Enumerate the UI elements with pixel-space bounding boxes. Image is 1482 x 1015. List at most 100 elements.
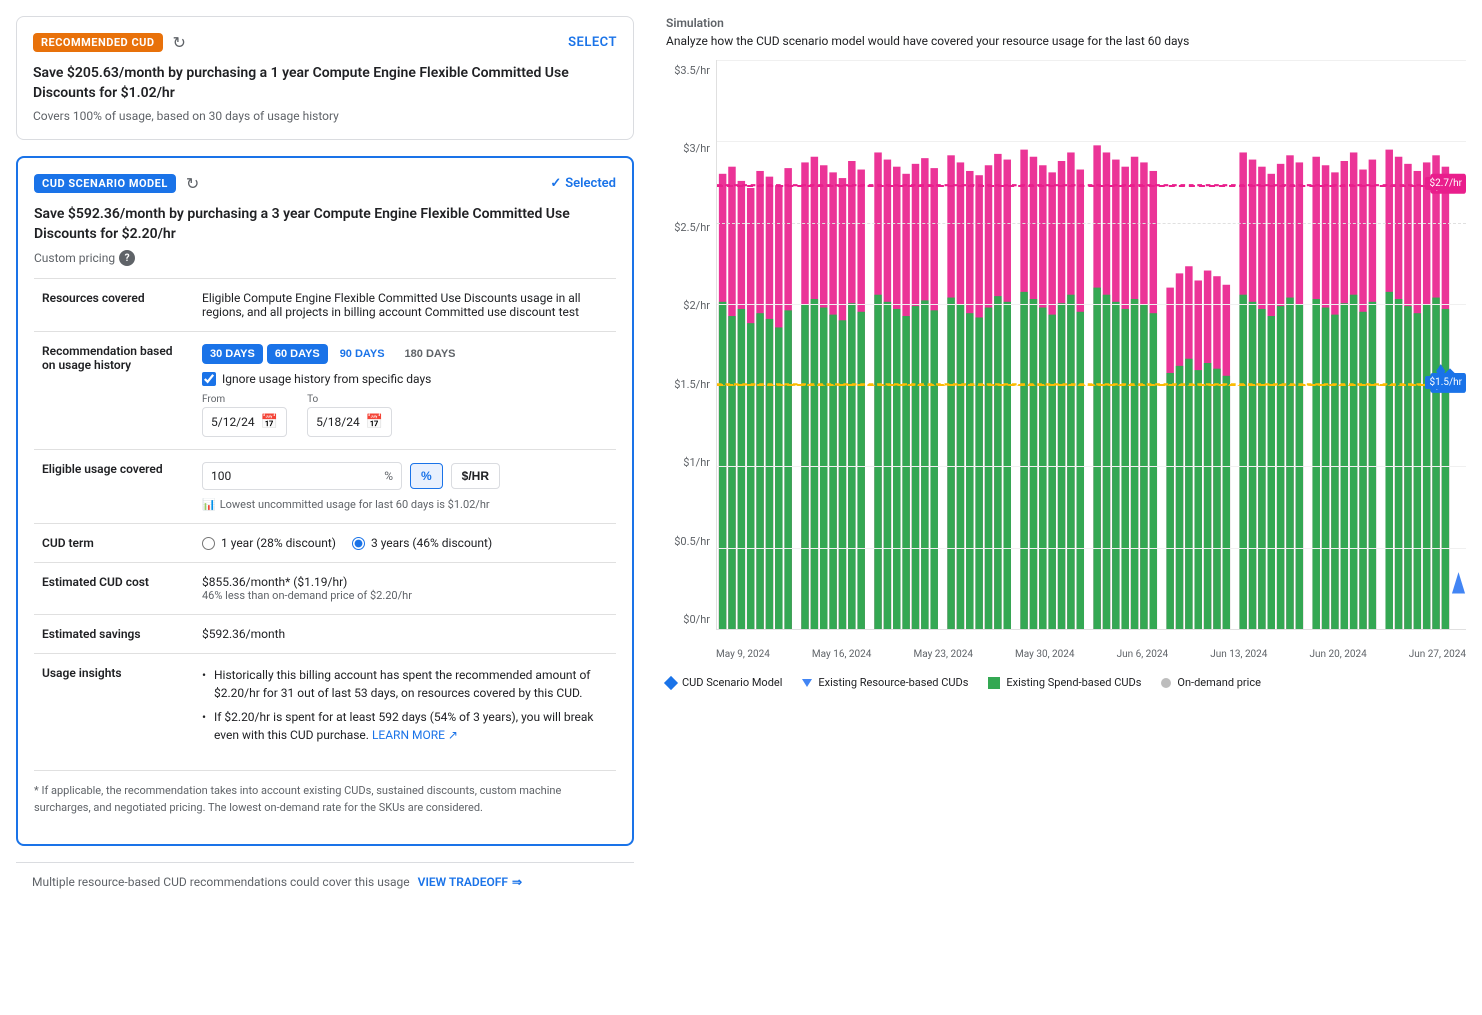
insights-list: Historically this billing account has sp… bbox=[202, 666, 608, 744]
day-btn-180[interactable]: 180 DAYS bbox=[397, 344, 464, 364]
usage-insights-row: Usage insights Historically this billing… bbox=[34, 654, 616, 763]
annotation-line-top: $2.7/hr bbox=[717, 185, 1466, 187]
custom-pricing-row: Custom pricing ? bbox=[34, 250, 616, 266]
x-axis: May 9, 2024 May 16, 2024 May 23, 2024 Ma… bbox=[716, 649, 1466, 660]
coverage-value: 100 bbox=[211, 469, 231, 483]
to-calendar-icon[interactable]: 📅 bbox=[366, 414, 383, 430]
view-tradeoff-link[interactable]: VIEW TRADEOFF ⇒ bbox=[418, 875, 522, 889]
recommended-title: Save $205.63/month by purchasing a 1 yea… bbox=[33, 64, 617, 103]
recommended-subtitle: Covers 100% of usage, based on 30 days o… bbox=[33, 109, 617, 123]
term-1yr-option[interactable]: 1 year (28% discount) bbox=[202, 536, 336, 550]
legend-triangle-icon bbox=[802, 679, 812, 687]
grid-line-1 bbox=[717, 141, 1466, 142]
estimated-cost-label: Estimated CUD cost bbox=[34, 563, 194, 615]
insight-2: If $2.20/hr is spent for at least 592 da… bbox=[202, 708, 608, 744]
x-label-2: May 16, 2024 bbox=[812, 649, 871, 660]
y-label-2-5: $2.5/hr bbox=[666, 221, 716, 234]
recommendation-controls: 30 DAYS 60 DAYS 90 DAYS 180 DAYS Ignore … bbox=[194, 332, 616, 450]
unit-pct-symbol: % bbox=[384, 469, 393, 483]
scenario-badge: CUD SCENARIO MODEL bbox=[34, 174, 176, 193]
from-date-input[interactable]: 5/12/24 📅 bbox=[202, 407, 287, 437]
estimated-cost-row: Estimated CUD cost $855.36/month* ($1.19… bbox=[34, 563, 616, 615]
legend-spend-cud-label: Existing Spend-based CUDs bbox=[1006, 676, 1141, 689]
grid-line-6 bbox=[717, 548, 1466, 549]
x-label-1: May 9, 2024 bbox=[716, 649, 770, 660]
insight-1: Historically this billing account has sp… bbox=[202, 666, 608, 702]
chart-inner: $2.7/hr $1.5/hr bbox=[716, 60, 1466, 630]
x-label-8: Jun 27, 2024 bbox=[1409, 649, 1466, 660]
estimated-cost-value: $855.36/month* ($1.19/hr) bbox=[202, 575, 608, 589]
legend-resource-cud: Existing Resource-based CUDs bbox=[802, 676, 968, 689]
ignore-checkbox[interactable] bbox=[202, 372, 216, 386]
annotation-label-mid: $1.5/hr bbox=[1425, 376, 1466, 389]
coverage-input[interactable]: 100 % bbox=[202, 462, 402, 490]
to-date-group: To 5/18/24 📅 bbox=[307, 394, 392, 437]
legend-dot-icon bbox=[1161, 678, 1171, 688]
estimated-cost-value-cell: $855.36/month* ($1.19/hr) 46% less than … bbox=[194, 563, 616, 615]
day-btn-30[interactable]: 30 DAYS bbox=[202, 344, 263, 364]
chart-svg: $2.7/hr $1.5/hr bbox=[717, 60, 1466, 629]
bottom-bar-text: Multiple resource-based CUD recommendati… bbox=[32, 875, 410, 889]
from-label: From bbox=[202, 394, 287, 405]
y-label-0: $0/hr bbox=[666, 613, 716, 626]
annotation-line-mid: $1.5/hr bbox=[717, 384, 1466, 386]
from-date-group: From 5/12/24 📅 bbox=[202, 394, 287, 437]
eligible-usage-controls: 100 % % $/HR 📊 Lowest uncommitted usage … bbox=[194, 450, 616, 524]
help-icon[interactable]: ? bbox=[119, 250, 135, 266]
details-table: Resources covered Eligible Compute Engin… bbox=[34, 278, 616, 762]
from-calendar-icon[interactable]: 📅 bbox=[261, 414, 278, 430]
scenario-link-icon[interactable]: ↻ bbox=[186, 174, 199, 193]
learn-more-link[interactable]: LEARN MORE ↗ bbox=[372, 728, 458, 742]
legend-square-icon bbox=[988, 677, 1000, 689]
x-label-3: May 23, 2024 bbox=[913, 649, 972, 660]
bar-chart-icon: 📊 bbox=[202, 498, 216, 511]
cud-term-controls: 1 year (28% discount) 3 years (46% disco… bbox=[194, 524, 616, 563]
resources-covered-value: Eligible Compute Engine Flexible Committ… bbox=[194, 279, 616, 332]
scenario-title: Save $592.36/month by purchasing a 3 yea… bbox=[34, 205, 616, 244]
legend-spend-cud: Existing Spend-based CUDs bbox=[988, 676, 1141, 689]
term-3yr-option[interactable]: 3 years (46% discount) bbox=[352, 536, 492, 550]
grid-line-5 bbox=[717, 466, 1466, 467]
grid-line-2 bbox=[717, 223, 1466, 224]
day-btn-90[interactable]: 90 DAYS bbox=[332, 344, 393, 364]
checkmark-icon: ✓ bbox=[550, 176, 561, 191]
coverage-row: 100 % % $/HR bbox=[202, 462, 608, 490]
x-label-4: May 30, 2024 bbox=[1015, 649, 1074, 660]
unit-pct-button[interactable]: % bbox=[410, 463, 443, 489]
annotation-label-top: $2.7/hr bbox=[1425, 177, 1466, 190]
term-1yr-radio[interactable] bbox=[202, 537, 215, 550]
term-3yr-radio[interactable] bbox=[352, 537, 365, 550]
chart-container: $3.5/hr $3/hr $2.5/hr $2/hr $1.5/hr $1/h… bbox=[666, 60, 1466, 660]
x-label-7: Jun 20, 2024 bbox=[1309, 649, 1366, 660]
legend-ondemand: On-demand price bbox=[1161, 676, 1261, 689]
select-button[interactable]: SELECT bbox=[568, 35, 617, 50]
date-fields: From 5/12/24 📅 To 5/18/24 📅 bbox=[202, 394, 608, 437]
from-date-value: 5/12/24 bbox=[211, 415, 255, 429]
y-label-2: $2/hr bbox=[666, 299, 716, 312]
legend-cud-scenario: CUD Scenario Model bbox=[666, 676, 782, 689]
day-btn-60[interactable]: 60 DAYS bbox=[267, 344, 328, 364]
x-label-6: Jun 13, 2024 bbox=[1210, 649, 1267, 660]
y-label-1-5: $1.5/hr bbox=[666, 378, 716, 391]
recommended-link-icon[interactable]: ↻ bbox=[173, 33, 186, 52]
to-date-value: 5/18/24 bbox=[316, 415, 360, 429]
simulation-description: Analyze how the CUD scenario model would… bbox=[666, 34, 1466, 48]
unit-hr-button[interactable]: $/HR bbox=[451, 463, 500, 489]
y-axis: $3.5/hr $3/hr $2.5/hr $2/hr $1.5/hr $1/h… bbox=[666, 60, 716, 630]
cud-term-label: CUD term bbox=[34, 524, 194, 563]
legend-resource-cud-label: Existing Resource-based CUDs bbox=[818, 676, 968, 689]
term-1yr-label: 1 year (28% discount) bbox=[221, 536, 336, 550]
y-label-3: $3/hr bbox=[666, 142, 716, 155]
cud-term-radio-group: 1 year (28% discount) 3 years (46% disco… bbox=[202, 536, 608, 550]
cud-term-row: CUD term 1 year (28% discount) 3 years (… bbox=[34, 524, 616, 563]
chart-legend: CUD Scenario Model Existing Resource-bas… bbox=[666, 676, 1466, 689]
legend-diamond-icon bbox=[664, 675, 678, 689]
legend-cud-scenario-label: CUD Scenario Model bbox=[682, 676, 782, 689]
right-panel: Simulation Analyze how the CUD scenario … bbox=[650, 0, 1482, 1015]
day-buttons-group: 30 DAYS 60 DAYS 90 DAYS 180 DAYS bbox=[202, 344, 608, 364]
recommendation-row: Recommendation based on usage history 30… bbox=[34, 332, 616, 450]
recommended-cud-badge: RECOMMENDED CUD bbox=[33, 33, 163, 52]
selected-label: ✓ Selected bbox=[550, 176, 616, 191]
estimated-savings-label: Estimated savings bbox=[34, 615, 194, 654]
to-date-input[interactable]: 5/18/24 📅 bbox=[307, 407, 392, 437]
